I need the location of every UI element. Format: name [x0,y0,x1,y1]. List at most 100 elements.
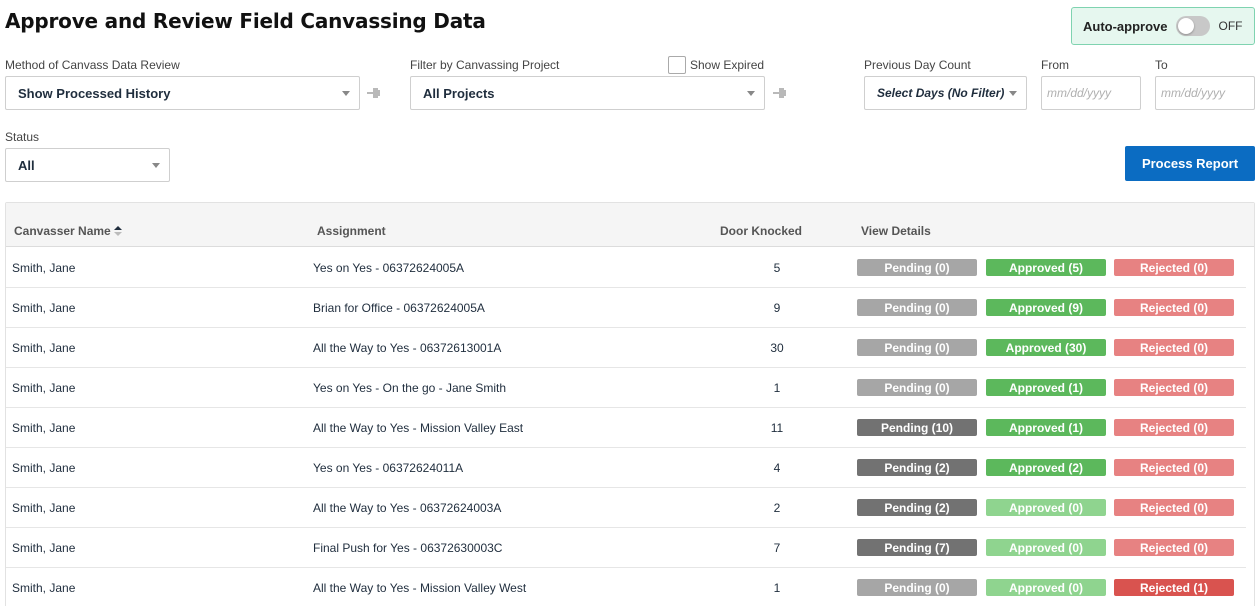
approved-button[interactable]: Approved (9) [986,299,1106,316]
auto-approve-panel: Auto-approve OFF [1071,7,1255,45]
rejected-button[interactable]: Rejected (0) [1114,379,1234,396]
assignment: Yes on Yes - 06372624011A [313,461,464,475]
to-date-input[interactable]: mm/dd/yyyy [1155,76,1255,110]
assignment: Yes on Yes - On the go - Jane Smith [313,381,507,395]
table-row: Smith, Jane All the Way to Yes - 06372613… [6,328,1246,368]
chevron-down-icon [747,91,755,96]
method-label: Method of Canvass Data Review [5,58,180,72]
auto-approve-label: Auto-approve [1083,18,1168,34]
assignment: Yes on Yes - 06372624005A [313,261,465,275]
table-row: Smith, Jane Brian for Office - 0637262400… [6,288,1246,328]
prev-day-label: Previous Day Count [864,58,971,72]
pending-button[interactable]: Pending (0) [857,379,977,396]
rejected-button[interactable]: Rejected (0) [1114,299,1234,316]
approved-button[interactable]: Approved (30) [986,339,1106,356]
canvasser-name: Smith, Jane [12,301,76,315]
door-knocked-count: 1 [773,381,781,395]
chevron-down-icon [152,163,160,168]
approved-button[interactable]: Approved (0) [986,499,1106,516]
header-view-details: View Details [861,224,931,238]
door-knocked-count: 2 [773,501,781,515]
pending-button[interactable]: Pending (10) [857,419,977,436]
to-label: To [1155,58,1168,72]
canvasser-name: Smith, Jane [12,581,76,595]
project-label: Filter by Canvassing Project [410,58,560,72]
approved-button[interactable]: Approved (0) [986,539,1106,556]
header-assignment: Assignment [317,224,386,238]
table-row: Smith, Jane Yes on Yes - 06372624005A 5 Pen… [6,248,1246,288]
canvasser-name: Smith, Jane [12,421,76,435]
door-knocked-count: 7 [773,541,781,555]
table-header: Canvasser Name Assignment Door Knocked V… [6,203,1254,247]
show-expired-checkbox[interactable] [668,56,686,74]
table-row: Smith, Jane All the Way to Yes - Mission … [6,568,1246,606]
table-row: Smith, Jane Yes on Yes - On the go - Jane… [6,368,1246,408]
table-row: Smith, Jane Yes on Yes - 06372624011A 4 Pen… [6,448,1246,488]
canvasser-name: Smith, Jane [12,261,76,275]
chevron-down-icon [342,91,350,96]
status-label: Status [5,130,40,144]
status-select[interactable]: All [5,148,170,182]
project-select[interactable]: All Projects [410,76,765,110]
pending-button[interactable]: Pending (2) [857,459,977,476]
approved-button[interactable]: Approved (5) [986,259,1106,276]
door-knocked-count: 30 [770,341,784,355]
show-expired-label: Show Expired [690,58,765,72]
pending-button[interactable]: Pending (0) [857,259,977,276]
sort-icon[interactable] [113,226,122,236]
method-select[interactable]: Show Processed History [5,76,360,110]
assignment: All the Way to Yes - 06372613001A [313,341,502,355]
page-title: Approve and Review Field Canvassing Data [5,9,486,33]
table-row: Smith, Jane All the Way to Yes - Mission … [6,408,1246,448]
chevron-down-icon [1009,91,1017,96]
rejected-button[interactable]: Rejected (0) [1114,539,1234,556]
assignment: All the Way to Yes - Mission Valley West [313,581,527,595]
pending-button[interactable]: Pending (2) [857,499,977,516]
prev-day-select[interactable]: Select Days (No Filter) [864,76,1027,110]
table-row: Smith, Jane Final Push for Yes - 06372630… [6,528,1246,568]
rejected-button[interactable]: Rejected (0) [1114,339,1234,356]
rejected-button[interactable]: Rejected (0) [1114,459,1234,476]
from-label: From [1041,58,1069,72]
header-door-knocked: Door Knocked [720,224,803,238]
pending-button[interactable]: Pending (0) [857,299,977,316]
pending-button[interactable]: Pending (7) [857,539,977,556]
header-name-label: Canvasser Name [14,224,111,238]
status-value: All [18,157,35,173]
auto-approve-toggle[interactable] [1175,16,1210,36]
assignment: All the Way to Yes - Mission Valley East [313,421,524,435]
pin-icon[interactable] [365,87,381,99]
door-knocked-count: 4 [773,461,781,475]
assignment: All the Way to Yes - 06372624003A [313,501,502,515]
from-date-input[interactable]: mm/dd/yyyy [1041,76,1141,110]
table-row: Smith, Jane All the Way to Yes - 06372624… [6,488,1246,528]
door-knocked-count: 11 [770,421,784,435]
door-knocked-count: 1 [773,581,781,595]
project-value: All Projects [423,85,495,101]
approved-button[interactable]: Approved (2) [986,459,1106,476]
toggle-knob [1177,18,1194,34]
rejected-button[interactable]: Rejected (1) [1114,579,1234,596]
prev-day-value: Select Days (No Filter) [877,86,1005,100]
door-knocked-count: 5 [773,261,781,275]
canvasser-name: Smith, Jane [12,381,76,395]
pending-button[interactable]: Pending (0) [857,339,977,356]
auto-approve-state: OFF [1218,19,1243,33]
approved-button[interactable]: Approved (0) [986,579,1106,596]
data-table: Canvasser Name Assignment Door Knocked V… [5,202,1255,606]
canvasser-name: Smith, Jane [12,461,76,475]
header-canvasser-name[interactable]: Canvasser Name [14,224,122,238]
rejected-button[interactable]: Rejected (0) [1114,499,1234,516]
canvasser-name: Smith, Jane [12,541,76,555]
rejected-button[interactable]: Rejected (0) [1114,419,1234,436]
assignment: Final Push for Yes - 06372630003C [313,541,503,555]
pending-button[interactable]: Pending (0) [857,579,977,596]
approved-button[interactable]: Approved (1) [986,379,1106,396]
pin-icon[interactable] [771,87,787,99]
approved-button[interactable]: Approved (1) [986,419,1106,436]
canvasser-name: Smith, Jane [12,501,76,515]
door-knocked-count: 9 [773,301,781,315]
assignment: Brian for Office - 06372624005A [313,301,485,315]
rejected-button[interactable]: Rejected (0) [1114,259,1234,276]
process-report-button[interactable]: Process Report [1125,146,1255,181]
